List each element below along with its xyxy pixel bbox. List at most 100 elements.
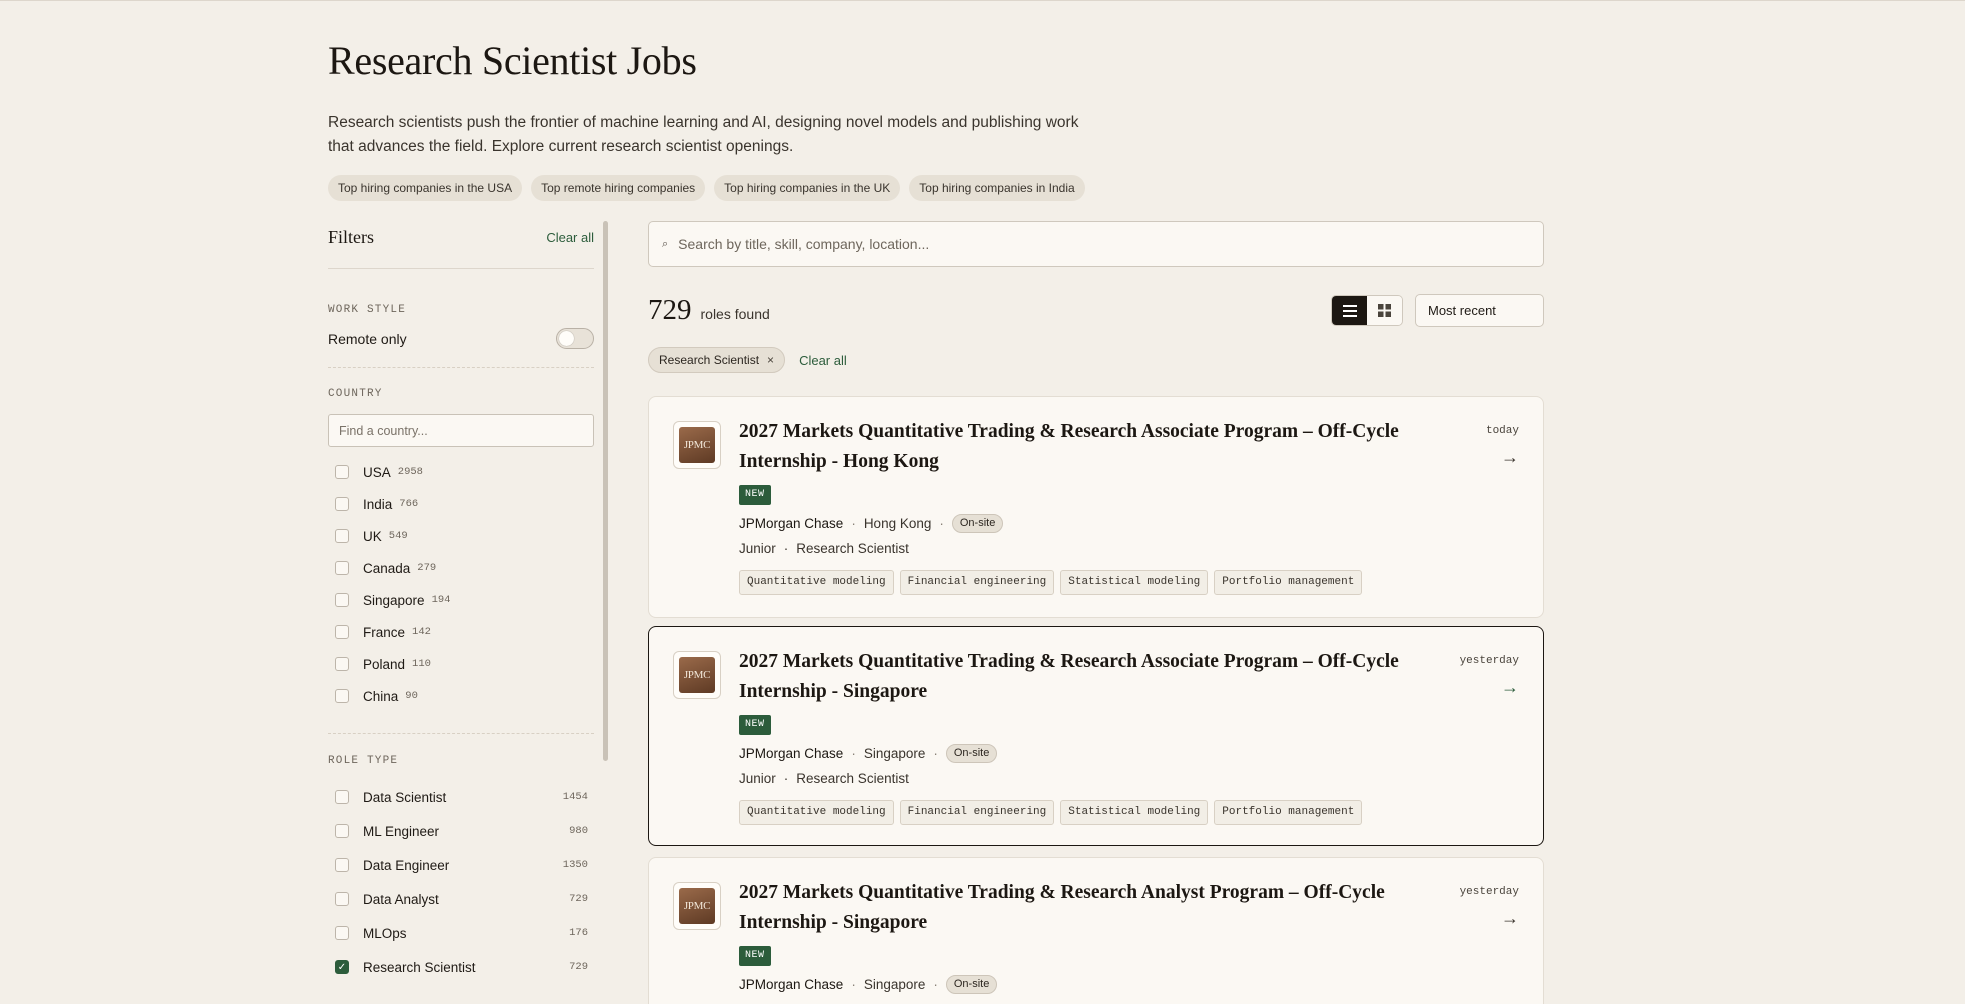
new-badge: NEW (739, 715, 771, 735)
country-name: China (363, 688, 399, 704)
results-controls: Most recent (1331, 294, 1544, 327)
work-mode-badge: On-site (951, 514, 1004, 533)
job-card[interactable]: JPMC 2027 Markets Quantitative Trading &… (648, 857, 1544, 1004)
checkbox[interactable] (335, 657, 349, 671)
role-count: 729 (569, 961, 588, 973)
search-input[interactable] (678, 236, 1543, 252)
work-style-section: WORK STYLE Remote only (328, 269, 594, 367)
checkbox[interactable] (335, 824, 349, 838)
filters-sidebar: Filters Clear all WORK STYLE Remote only… (328, 221, 594, 984)
arrow-right-icon[interactable]: → (1501, 908, 1519, 929)
role-count: 1350 (562, 859, 588, 871)
country-item-usa[interactable]: USA 2958 (328, 456, 594, 488)
chip-top-uk[interactable]: Top hiring companies in the UK (714, 175, 901, 201)
skill-tag: Quantitative modeling (739, 570, 894, 595)
separator: · (783, 771, 789, 786)
results-count: 729 roles found (648, 294, 770, 327)
role-item-data-analyst[interactable]: Data Analyst 729 (328, 882, 594, 916)
work-mode-badge: On-site (945, 975, 998, 994)
checkbox[interactable] (335, 790, 349, 804)
company-logo-text: JPMC (679, 427, 715, 463)
chip-top-usa[interactable]: Top hiring companies in the USA (328, 175, 523, 201)
country-item-india[interactable]: India 766 (328, 488, 594, 520)
country-item-uk[interactable]: UK 549 (328, 520, 594, 552)
close-icon[interactable]: × (767, 353, 774, 367)
checkbox[interactable] (335, 892, 349, 906)
job-title[interactable]: 2027 Markets Quantitative Trading & Rese… (739, 417, 1419, 477)
country-count: 90 (405, 690, 418, 702)
role-item-ml-engineer[interactable]: ML Engineer 980 (328, 814, 594, 848)
chip-top-india[interactable]: Top hiring companies in India (909, 175, 1085, 201)
role-type-list: Data Scientist 1454 ML Engineer 980 Data E… (328, 780, 594, 984)
country-item-canada[interactable]: Canada 279 (328, 552, 594, 584)
new-badge: NEW (739, 485, 771, 505)
role-name: ML Engineer (363, 823, 440, 839)
chip-top-remote[interactable]: Top remote hiring companies (531, 175, 706, 201)
country-list: USA 2958 India 766 UK 549 Canada 279 Singapo… (328, 456, 594, 712)
filters-clear-all-link[interactable]: Clear all (546, 230, 594, 245)
search-bar[interactable]: ⌕ (648, 221, 1544, 267)
checkbox[interactable] (335, 465, 349, 479)
company-name: JPMorgan Chase (739, 516, 844, 531)
remote-only-toggle[interactable] (556, 328, 594, 349)
skill-tag: Financial engineering (899, 570, 1055, 595)
job-meta: JPMorgan Chase · Hong Kong · On-site (739, 514, 1004, 533)
arrow-right-icon[interactable]: → (1501, 447, 1519, 468)
checkbox[interactable] (335, 497, 349, 511)
grid-view-button[interactable] (1367, 296, 1402, 325)
country-name: Poland (363, 656, 406, 672)
checkbox[interactable] (335, 561, 349, 575)
company-name: JPMorgan Chase (739, 746, 844, 761)
country-search-input[interactable] (328, 414, 594, 447)
job-card[interactable]: JPMC 2027 Markets Quantitative Trading &… (648, 396, 1544, 618)
skill-tag: Portfolio management (1214, 570, 1363, 595)
page-intro: Research scientists push the frontier of… (328, 114, 1079, 155)
country-count: 110 (412, 658, 431, 670)
active-filter-chip[interactable]: Research Scientist × (648, 347, 786, 373)
role-item-data-engineer[interactable]: Data Engineer 1350 (328, 848, 594, 882)
role-count: 729 (569, 893, 588, 905)
filters-title: Filters (328, 226, 375, 247)
country-section: COUNTRY USA 2958 India 766 UK 549 Canada 279… (328, 368, 594, 733)
job-date: today (1485, 425, 1519, 437)
job-level: Junior (739, 541, 776, 556)
country-item-china[interactable]: China 90 (328, 680, 594, 712)
checkbox[interactable] (335, 926, 349, 940)
company-name: JPMorgan Chase (739, 977, 844, 992)
results-header: 729 roles found Most recent (648, 294, 1544, 327)
job-card-selected[interactable]: JPMC 2027 Markets Quantitative Trading &… (648, 626, 1544, 846)
checkbox[interactable] (335, 625, 349, 639)
role-count: 980 (569, 825, 588, 837)
checkbox[interactable] (335, 689, 349, 703)
sort-select[interactable]: Most recent (1415, 294, 1544, 327)
sidebar-scrollbar[interactable] (603, 221, 608, 761)
country-item-france[interactable]: France 142 (328, 616, 594, 648)
company-logo-text: JPMC (679, 657, 715, 693)
country-item-poland[interactable]: Poland 110 (328, 648, 594, 680)
separator: · (851, 977, 856, 992)
work-mode-badge: On-site (945, 744, 998, 763)
checkbox-checked[interactable]: ✓ (335, 960, 349, 974)
job-title[interactable]: 2027 Markets Quantitative Trading & Rese… (739, 647, 1419, 707)
active-filters-clear-all[interactable]: Clear all (799, 353, 847, 368)
active-filter-label: Research Scientist (659, 353, 760, 367)
role-count: 176 (569, 927, 588, 939)
country-name: UK (363, 528, 382, 544)
checkbox[interactable] (335, 593, 349, 607)
checkbox[interactable] (335, 529, 349, 543)
separator: · (783, 541, 789, 556)
checkbox[interactable] (335, 858, 349, 872)
country-item-singapore[interactable]: Singapore 194 (328, 584, 594, 616)
job-title[interactable]: 2027 Markets Quantitative Trading & Rese… (739, 878, 1419, 938)
job-date: yesterday (1459, 655, 1519, 667)
job-location: Singapore (863, 746, 926, 761)
list-view-button[interactable] (1332, 296, 1367, 325)
arrow-right-icon[interactable]: → (1501, 677, 1519, 698)
role-type-label: ROLE TYPE (328, 755, 399, 767)
role-item-data-scientist[interactable]: Data Scientist 1454 (328, 780, 594, 814)
role-item-mlops[interactable]: MLOps 176 (328, 916, 594, 950)
company-logo: JPMC (673, 421, 721, 469)
job-role: Research Scientist (796, 541, 909, 556)
role-item-research-scientist[interactable]: ✓ Research Scientist 729 (328, 950, 594, 984)
role-name: Research Scientist (363, 959, 476, 975)
